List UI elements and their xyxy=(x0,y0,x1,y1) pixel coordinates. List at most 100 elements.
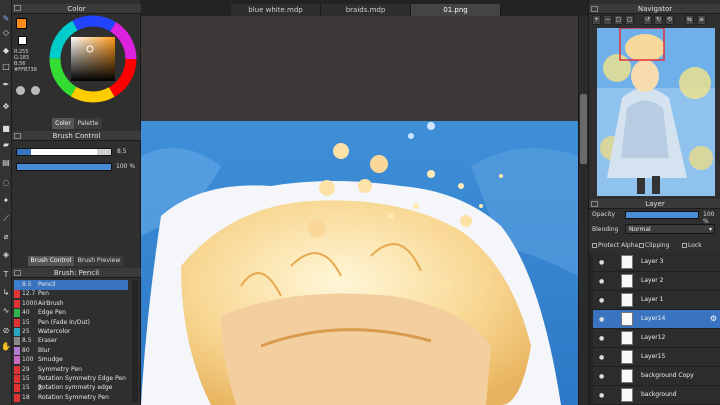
gear-icon[interactable]: ⚙ xyxy=(710,314,717,323)
layer-row[interactable]: ● Layer 2 xyxy=(593,272,720,291)
layer-name: Layer12 xyxy=(641,334,666,341)
color-readout: R:255 G:183 B:56 #FFB738 xyxy=(14,49,37,73)
brush-list-scrollbar[interactable] xyxy=(132,280,138,402)
zoom-in-icon[interactable]: + xyxy=(592,15,601,25)
text-tool-icon[interactable]: T xyxy=(1,270,11,280)
lock-checkbox[interactable]: Lock xyxy=(682,242,702,249)
rotate-left-icon[interactable]: ↺ xyxy=(643,15,652,25)
brush-opacity-value: 100 % xyxy=(116,163,136,170)
layer-row[interactable]: ● Layer 1 xyxy=(593,291,720,310)
line-tool-icon[interactable]: ↳ xyxy=(1,288,11,298)
lock-label: Lock xyxy=(688,242,702,249)
layer-thumbnail xyxy=(621,369,633,383)
layer-row[interactable]: ● Layer 3 xyxy=(593,253,720,272)
layer-panel-close-icon[interactable] xyxy=(591,201,598,207)
tab-color[interactable]: Color xyxy=(52,118,74,129)
eye-icon[interactable]: ● xyxy=(599,392,606,399)
background-color-swatch[interactable] xyxy=(18,36,27,45)
brush-size: 18 xyxy=(22,393,30,401)
hand-tool-icon[interactable]: ✋ xyxy=(1,342,11,352)
eye-icon[interactable]: ● xyxy=(599,354,606,361)
layer-row[interactable]: ● Layer14 ⚙ xyxy=(593,310,720,329)
magic-wand-tool-icon[interactable]: ✦ xyxy=(1,196,11,206)
shape-tool-icon[interactable]: ◈ xyxy=(1,250,11,260)
layer-row[interactable]: ● Layer12 xyxy=(593,329,720,348)
layer-row[interactable]: ● background Copy xyxy=(593,367,720,386)
layer-row[interactable]: ● Layer15 xyxy=(593,348,720,367)
curve-tool-icon[interactable]: ∿ xyxy=(1,306,11,316)
wand-tool-icon[interactable]: ⟋ xyxy=(1,214,11,224)
tab-01-png[interactable]: 01.png xyxy=(411,4,501,16)
layer-thumbnail xyxy=(621,274,633,288)
pen-tool-icon[interactable]: ✒ xyxy=(1,80,11,90)
move-tool-icon[interactable]: ✥ xyxy=(1,102,11,112)
navigator-settings-icon[interactable]: ≡ xyxy=(697,15,706,25)
layer-thumbnail xyxy=(621,331,633,345)
eye-icon[interactable]: ● xyxy=(599,259,606,266)
foreground-color-swatch[interactable] xyxy=(16,18,27,29)
layer-opacity-value: 100 % xyxy=(703,211,715,225)
tool-bar: ✎ ◇ ◆ □ ✒ ✥ ■ ▰ ▤ ◌ ✦ ⟋ ⌀ ◈ T ↳ ∿ ⊘ ✋ xyxy=(0,0,12,405)
eye-icon[interactable]: ● xyxy=(599,297,606,304)
canvas-scroll-thumb[interactable] xyxy=(580,94,587,164)
brush-color-icon xyxy=(14,356,20,365)
eraser-tool-icon[interactable]: ◇ xyxy=(1,28,11,38)
tab-brush-preview[interactable]: Brush Preview xyxy=(75,256,123,266)
right-panel: Navigator + − ▢ ◻ ↺ ↻ ⟲ ⇆ ≡ Layer Opacit… xyxy=(588,0,720,405)
tab-braids[interactable]: braids.mdp xyxy=(321,4,411,16)
layer-opacity-slider[interactable] xyxy=(625,211,699,219)
layer-opacity-fill xyxy=(626,212,698,218)
eye-icon[interactable]: ● xyxy=(599,373,606,380)
layer-thumbnail xyxy=(621,255,633,269)
layer-list-scrollbar[interactable] xyxy=(589,253,593,405)
rotate-right-icon[interactable]: ↻ xyxy=(654,15,663,25)
layer-row[interactable]: ● background xyxy=(593,386,720,405)
actual-size-icon[interactable]: ◻ xyxy=(625,15,634,25)
eye-icon[interactable]: ● xyxy=(599,278,606,285)
brush-list-title: Brush: Pencil xyxy=(12,268,141,278)
pencil-tool-icon[interactable]: ✎ xyxy=(1,14,11,24)
flip-icon[interactable]: ⇆ xyxy=(685,15,694,25)
color-panel-close-icon[interactable] xyxy=(14,5,21,11)
lasso-tool-icon[interactable]: ◌ xyxy=(1,178,11,188)
color-picker-icon[interactable] xyxy=(31,86,40,95)
navigator-close-icon[interactable] xyxy=(591,6,598,12)
brush-opacity-slider[interactable] xyxy=(16,163,112,171)
blending-label: Blending xyxy=(592,226,619,233)
hex-value: #FFB738 xyxy=(14,67,37,73)
color-mode-icon[interactable] xyxy=(16,86,25,95)
bucket-tool-icon[interactable]: ▰ xyxy=(1,140,11,150)
gradient-tool-icon[interactable]: ▤ xyxy=(1,158,11,168)
eye-icon[interactable]: ● xyxy=(599,335,606,342)
navigator-preview[interactable] xyxy=(597,28,715,196)
tab-brush-control[interactable]: Brush Control xyxy=(28,256,74,266)
eyedropper-tool-icon[interactable]: ⌀ xyxy=(1,232,11,242)
tab-blue-white[interactable]: blue white.mdp xyxy=(231,4,321,16)
tab-palette[interactable]: Palette xyxy=(74,118,102,129)
brush-control-close-icon[interactable] xyxy=(14,133,21,139)
rect-tool-icon[interactable]: ■ xyxy=(1,124,11,134)
color-panel-title: Color xyxy=(12,4,141,14)
color-wheel[interactable] xyxy=(48,14,138,104)
brush-item[interactable]: 18 Rotation Symmetry Pen xyxy=(14,393,128,403)
layer-name: background Copy xyxy=(641,372,694,379)
zoom-out-icon[interactable]: − xyxy=(603,15,612,25)
eye-icon[interactable]: ● xyxy=(599,316,606,323)
reset-rotation-icon[interactable]: ⟲ xyxy=(665,15,674,25)
drawing-canvas[interactable] xyxy=(141,16,578,405)
brush-list-close-icon[interactable] xyxy=(14,270,21,276)
fill-tool-icon[interactable]: ◆ xyxy=(1,46,11,56)
canvas-scrollbar[interactable] xyxy=(578,16,588,405)
brush-color-icon xyxy=(14,328,20,336)
brush-size-fill xyxy=(17,149,97,155)
brush-size-slider[interactable] xyxy=(16,148,112,156)
brush-color-icon xyxy=(14,375,20,383)
protect-alpha-checkbox[interactable]: Protect Alpha xyxy=(592,242,638,249)
clipping-checkbox[interactable]: Clipping xyxy=(639,242,669,249)
fit-view-icon[interactable]: ▢ xyxy=(614,15,623,25)
brush-color-icon xyxy=(14,318,20,327)
blending-select[interactable]: Normal ▾ xyxy=(625,224,715,234)
select-tool-icon[interactable]: □ xyxy=(1,62,11,72)
brush-color-icon xyxy=(14,299,20,308)
picker-tool-icon[interactable]: ⊘ xyxy=(1,326,11,336)
